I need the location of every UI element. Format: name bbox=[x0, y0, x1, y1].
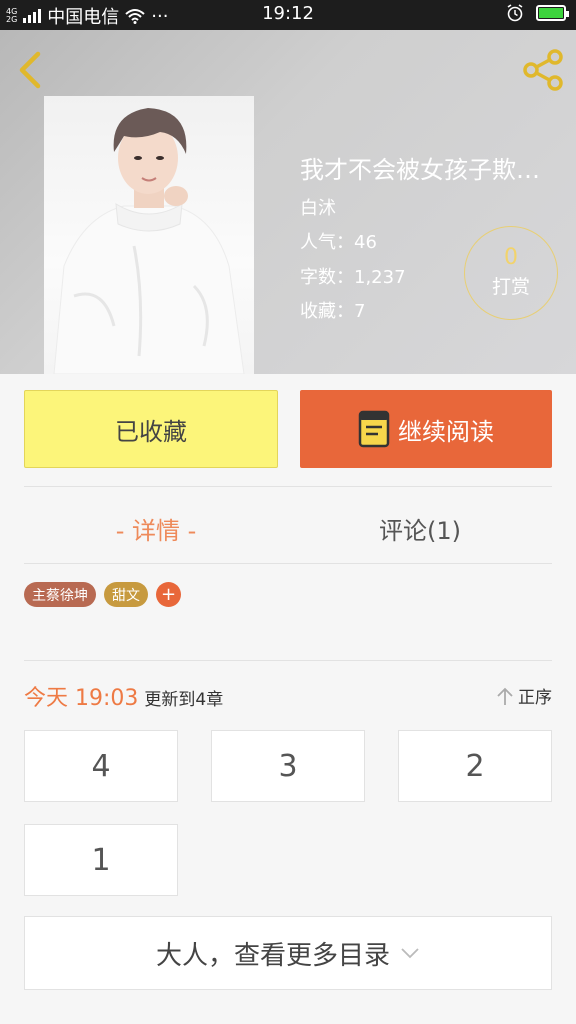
reward-count: 0 bbox=[504, 245, 518, 270]
divider bbox=[24, 660, 552, 661]
chapter-button[interactable]: 2 bbox=[398, 730, 552, 802]
tag-item[interactable]: 甜文 bbox=[104, 582, 148, 607]
favorited-button[interactable]: 已收藏 bbox=[24, 390, 278, 468]
chapter-button[interactable]: 3 bbox=[211, 730, 365, 802]
divider bbox=[24, 563, 552, 564]
chevron-down-icon bbox=[401, 948, 419, 959]
reward-button[interactable]: 0 打赏 bbox=[464, 226, 558, 320]
tag-list: 主蔡徐坤 甜文 + bbox=[24, 582, 181, 607]
book-word-count: 字数：1,237 bbox=[300, 267, 406, 288]
chapter-number: 1 bbox=[91, 842, 111, 878]
chapter-number: 2 bbox=[465, 748, 485, 784]
clock: 19:12 bbox=[262, 3, 314, 24]
book-author[interactable]: 白沭 bbox=[300, 194, 336, 220]
more-catalog-button[interactable]: 大人，查看更多目录 bbox=[24, 916, 552, 990]
battery-icon bbox=[536, 5, 569, 21]
favorited-label: 已收藏 bbox=[115, 417, 187, 446]
chapter-button[interactable]: 4 bbox=[24, 730, 178, 802]
chapter-number: 3 bbox=[278, 748, 298, 784]
status-bar: 4G 2G 中国电信 ··· 19:12 bbox=[0, 0, 576, 30]
tab-comments-label: 评论(1) bbox=[379, 516, 461, 545]
continue-reading-button[interactable]: 继续阅读 bbox=[300, 390, 552, 468]
tab-details[interactable]: - 详情 - bbox=[24, 506, 288, 550]
tab-details-label: - 详情 - bbox=[115, 516, 197, 545]
continue-reading-label: 继续阅读 bbox=[398, 417, 494, 446]
add-tag-button[interactable]: + bbox=[156, 582, 181, 607]
reward-label: 打赏 bbox=[491, 276, 530, 298]
divider bbox=[24, 486, 552, 487]
sort-order-label: 正序 bbox=[518, 688, 552, 708]
chevron-left-icon bbox=[19, 51, 41, 89]
book-favorites: 收藏：7 bbox=[300, 301, 366, 322]
sort-order-button[interactable]: 正序 bbox=[496, 683, 552, 708]
book-popularity: 人气：46 bbox=[300, 232, 377, 253]
share-button[interactable] bbox=[520, 48, 566, 92]
update-info: 今天 19:03 更新到4章 bbox=[24, 680, 223, 712]
book-icon bbox=[358, 410, 390, 448]
book-header: 我才不会被女孩子欺… 白沭 人气：46 字数：1,237 收藏：7 0 打赏 bbox=[0, 30, 576, 374]
tab-comments[interactable]: 评论(1) bbox=[288, 506, 552, 550]
back-button[interactable] bbox=[14, 50, 50, 90]
tag-item[interactable]: 主蔡徐坤 bbox=[24, 582, 96, 607]
chapter-number: 4 bbox=[91, 748, 111, 784]
more-catalog-label: 大人，查看更多目录 bbox=[155, 940, 390, 971]
alarm-icon bbox=[507, 4, 523, 22]
arrow-up-icon bbox=[497, 687, 513, 705]
book-cover-image[interactable] bbox=[44, 96, 254, 374]
book-title: 我才不会被女孩子欺… bbox=[300, 156, 540, 184]
update-summary: 更新到4章 bbox=[144, 690, 224, 710]
chapter-button[interactable]: 1 bbox=[24, 824, 178, 896]
share-icon bbox=[523, 49, 563, 91]
cover-portrait bbox=[53, 108, 245, 374]
update-time: 今天 19:03 bbox=[24, 686, 139, 711]
